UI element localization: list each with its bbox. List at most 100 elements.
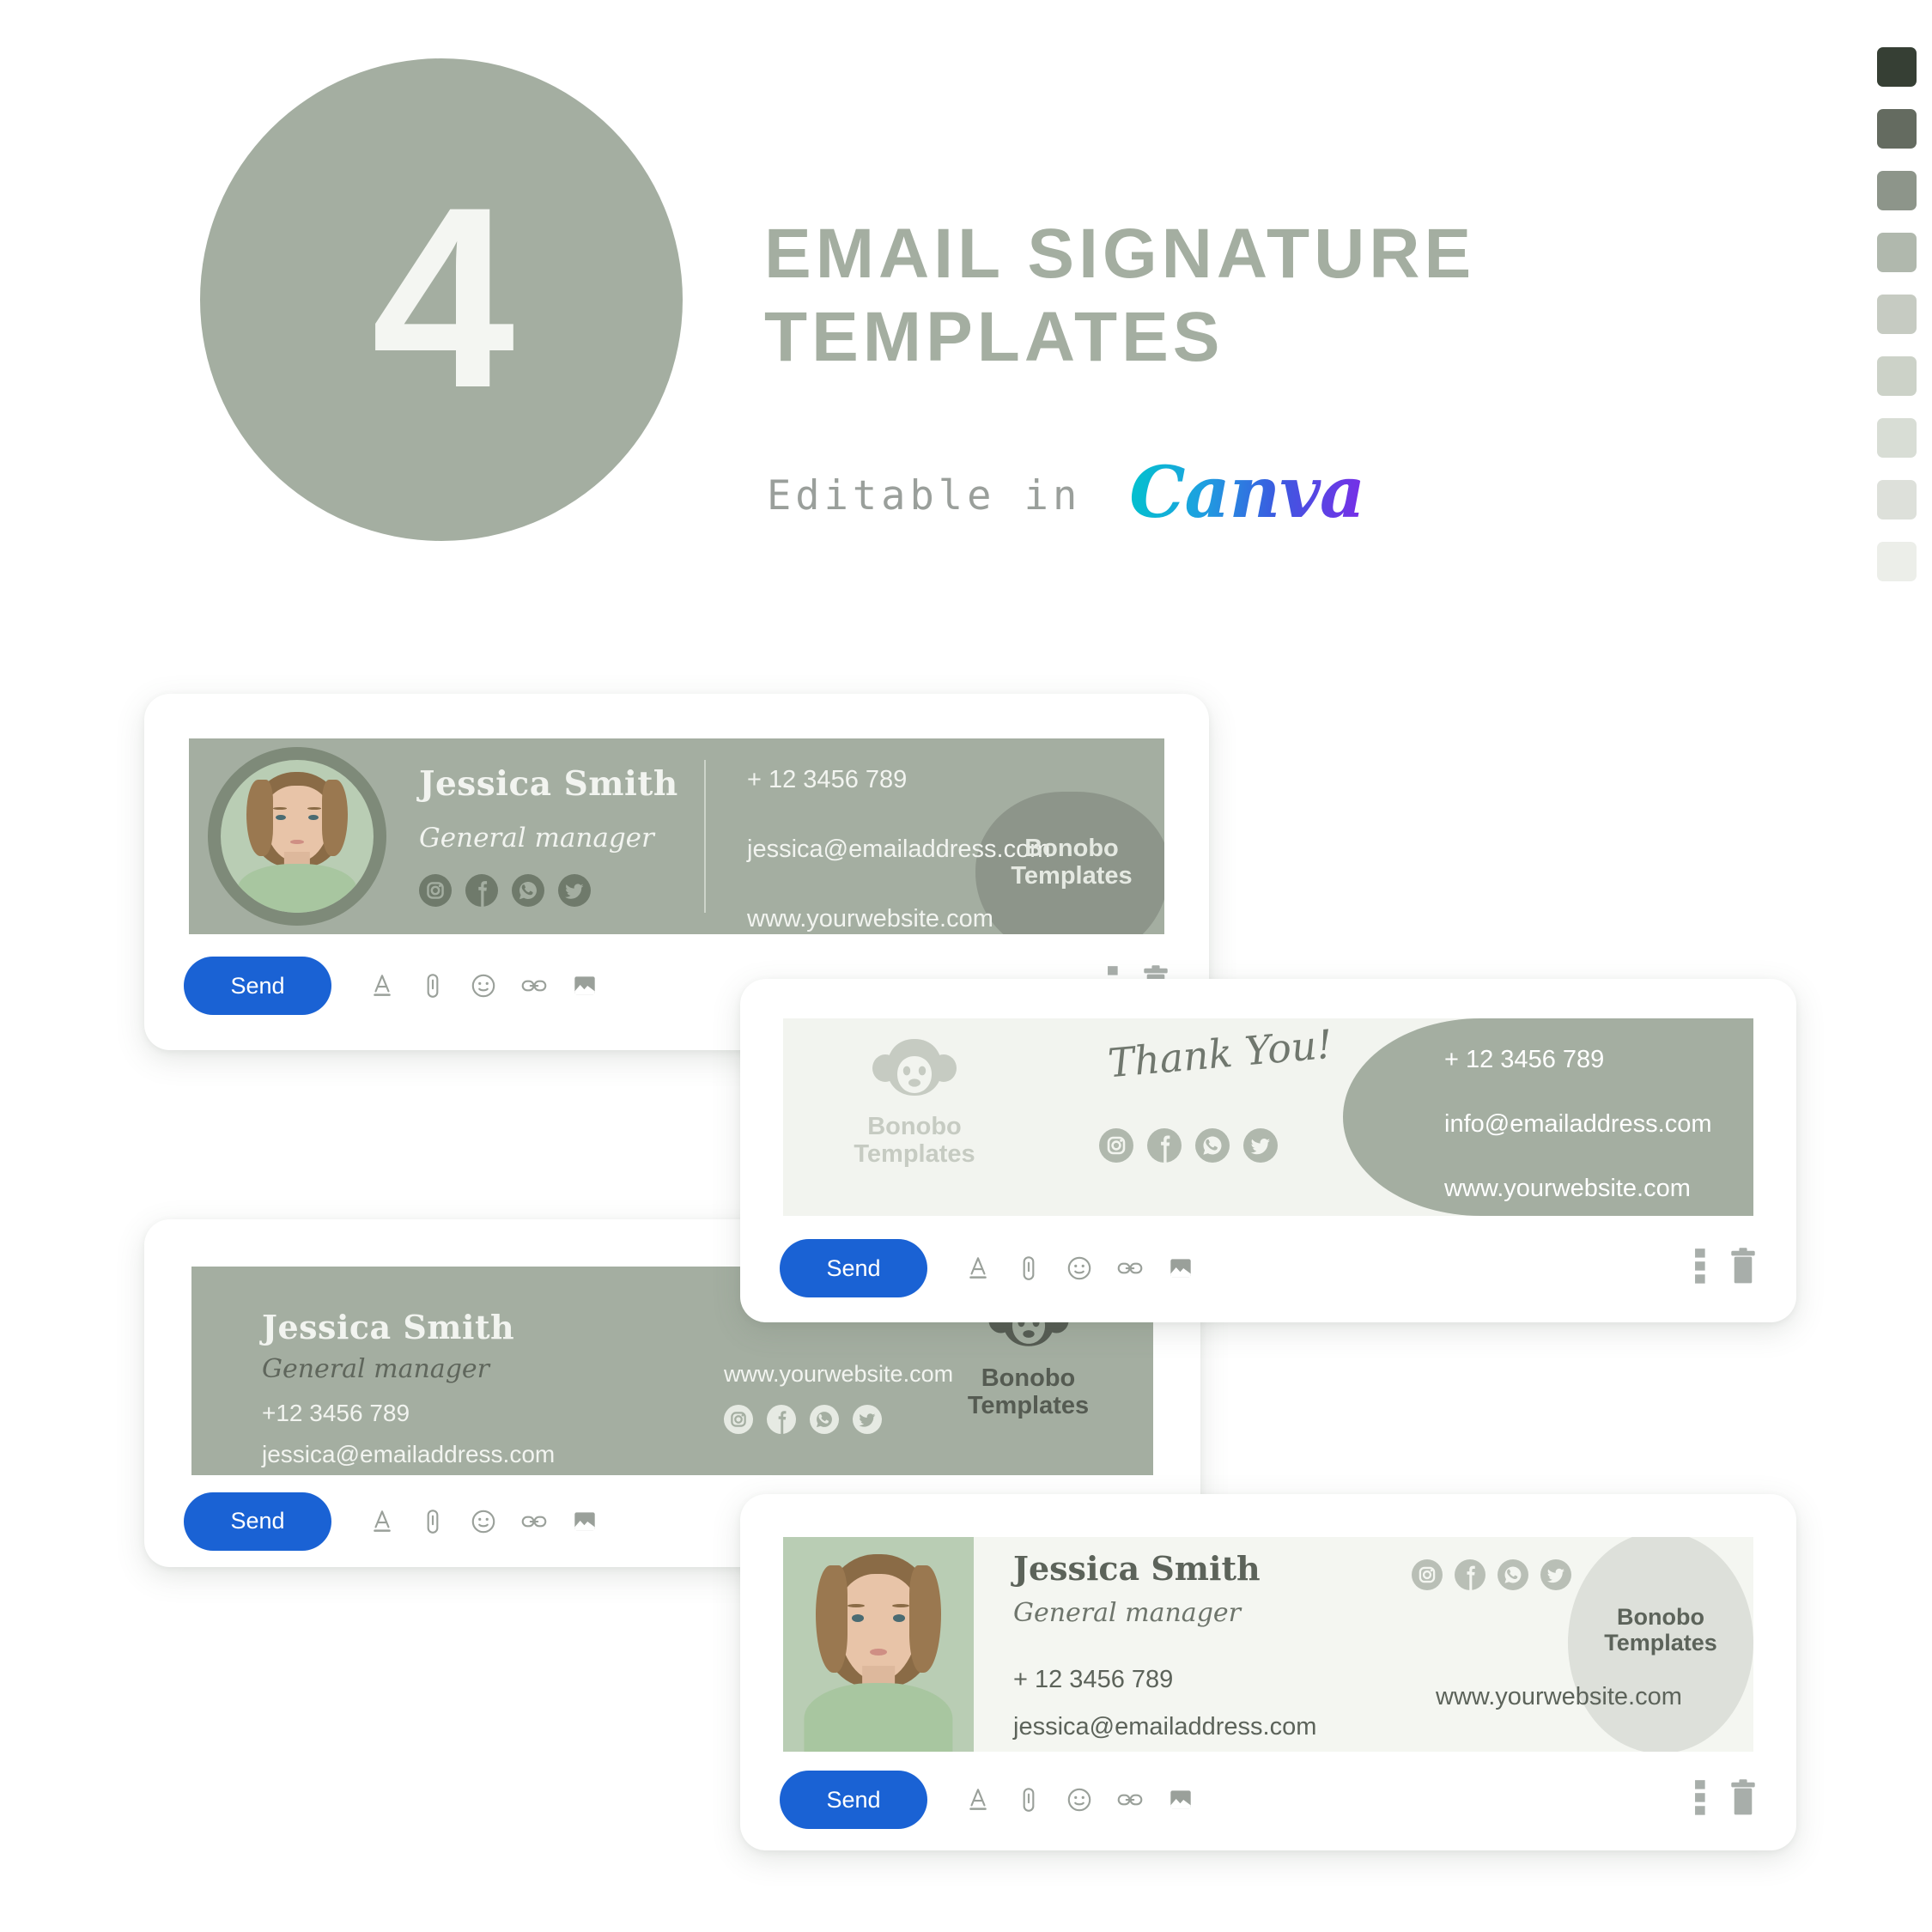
color-swatch — [1877, 171, 1917, 210]
facebook-icon[interactable] — [1147, 1128, 1182, 1163]
more-options-icon[interactable] — [1695, 1248, 1707, 1290]
more-options-icon[interactable] — [1695, 1779, 1707, 1821]
insert-image-icon[interactable] — [1166, 1785, 1195, 1814]
compose-tools — [963, 1785, 1195, 1814]
emoji-icon[interactable] — [469, 1507, 498, 1536]
avatar — [221, 760, 374, 913]
color-swatch — [1877, 233, 1917, 272]
signature-email: info@emailaddress.com — [1444, 1110, 1712, 1138]
color-swatch — [1877, 356, 1917, 396]
signature-banner-4: Bonobo Templates Jessica Smith General m… — [783, 1537, 1753, 1752]
send-button[interactable]: Send — [780, 1239, 927, 1297]
instagram-icon[interactable] — [419, 874, 452, 907]
emoji-icon[interactable] — [1065, 1254, 1094, 1283]
send-button[interactable]: Send — [780, 1771, 927, 1829]
social-links — [1099, 1128, 1278, 1163]
page-title-line-1: EMAIL SIGNATURE — [764, 215, 1476, 293]
color-swatch — [1877, 295, 1917, 334]
logo-line-1: Bonobo — [1617, 1604, 1704, 1630]
logo-line-2: Templates — [967, 1392, 1090, 1420]
link-icon[interactable] — [519, 1507, 549, 1536]
link-icon[interactable] — [1115, 1785, 1145, 1814]
twitter-icon[interactable] — [1243, 1128, 1278, 1163]
editable-in-canva: Editable in Canva — [767, 451, 1368, 540]
logo-line-1: Bonobo — [867, 1113, 962, 1140]
compose-tools — [368, 971, 599, 1000]
signature-role: General manager — [1013, 1598, 1241, 1628]
toolbar-right-actions — [1695, 1247, 1757, 1290]
avatar-ring — [208, 747, 386, 926]
attachment-icon[interactable] — [1014, 1254, 1043, 1283]
signature-email: jessica@emailaddress.com — [262, 1441, 556, 1467]
facebook-icon[interactable] — [1455, 1559, 1485, 1590]
email-card-template-2: Bonobo Templates Thank You! + 12 3456 78… — [740, 979, 1796, 1322]
signature-phone: +12 3456 789 — [262, 1400, 410, 1426]
attachment-icon[interactable] — [418, 1507, 447, 1536]
signature-phone: + 12 3456 789 — [1444, 1046, 1605, 1073]
trash-icon[interactable] — [1729, 1247, 1757, 1290]
link-icon[interactable] — [519, 971, 549, 1000]
send-button[interactable]: Send — [184, 957, 331, 1015]
send-button[interactable]: Send — [184, 1492, 331, 1551]
signature-role: General manager — [419, 823, 654, 854]
mail-toolbar-4: Send — [740, 1752, 1796, 1848]
emoji-icon[interactable] — [1065, 1785, 1094, 1814]
instagram-icon[interactable] — [1099, 1128, 1133, 1163]
signature-role: General manager — [262, 1354, 489, 1384]
emoji-icon[interactable] — [469, 971, 498, 1000]
page-title: EMAIL SIGNATURE TEMPLATES — [764, 213, 1709, 380]
insert-image-icon[interactable] — [1166, 1254, 1195, 1283]
text-format-icon[interactable] — [368, 1507, 397, 1536]
color-swatch — [1877, 542, 1917, 581]
number-badge: 4 — [200, 58, 683, 541]
signature-name: Jessica Smith — [1013, 1549, 1261, 1588]
social-links — [724, 1405, 953, 1434]
logo-line-2: Templates — [854, 1140, 975, 1169]
compose-tools — [963, 1254, 1195, 1283]
logo-line-2: Templates — [1011, 862, 1133, 890]
whatsapp-icon[interactable] — [810, 1405, 839, 1434]
trash-icon[interactable] — [1729, 1778, 1757, 1821]
attachment-icon[interactable] — [418, 971, 447, 1000]
signature-website: www.yourwebsite.com — [724, 1361, 954, 1387]
page-title-line-2: TEMPLATES — [764, 297, 1224, 376]
color-swatch — [1877, 109, 1917, 149]
signature-email: jessica@emailaddress.com — [1013, 1713, 1317, 1741]
logo-line-1: Bonobo — [1024, 835, 1119, 862]
color-palette — [1877, 47, 1917, 581]
insert-image-icon[interactable] — [570, 1507, 599, 1536]
signature-banner-2: Bonobo Templates Thank You! + 12 3456 78… — [783, 1018, 1753, 1216]
insert-image-icon[interactable] — [570, 971, 599, 1000]
compose-tools — [368, 1507, 599, 1536]
instagram-icon[interactable] — [1412, 1559, 1443, 1590]
whatsapp-icon[interactable] — [512, 874, 544, 907]
signature-greeting: Thank You! — [1106, 1020, 1334, 1087]
attachment-icon[interactable] — [1014, 1785, 1043, 1814]
instagram-icon[interactable] — [724, 1405, 753, 1434]
text-format-icon[interactable] — [963, 1254, 993, 1283]
signature-website: www.yourwebsite.com — [1436, 1683, 1682, 1710]
avatar — [783, 1537, 974, 1752]
editable-label: Editable in — [767, 471, 1082, 519]
logo-line-2: Templates — [1604, 1630, 1717, 1656]
color-swatch — [1877, 480, 1917, 519]
text-format-icon[interactable] — [963, 1785, 993, 1814]
signature-name: Jessica Smith — [262, 1308, 515, 1346]
canva-logo: Canva — [1126, 451, 1368, 540]
social-links — [419, 874, 678, 907]
twitter-icon[interactable] — [558, 874, 591, 907]
signature-website: www.yourwebsite.com — [1444, 1175, 1691, 1202]
template-count: 4 — [371, 153, 515, 441]
text-format-icon[interactable] — [368, 971, 397, 1000]
whatsapp-icon[interactable] — [1195, 1128, 1230, 1163]
facebook-icon[interactable] — [465, 874, 498, 907]
whatsapp-icon[interactable] — [1498, 1559, 1528, 1590]
twitter-icon[interactable] — [1540, 1559, 1571, 1590]
bonobo-logo-mark — [859, 1037, 970, 1109]
facebook-icon[interactable] — [767, 1405, 796, 1434]
divider — [704, 760, 706, 913]
toolbar-right-actions — [1695, 1778, 1757, 1821]
social-links — [1412, 1559, 1571, 1590]
twitter-icon[interactable] — [853, 1405, 882, 1434]
link-icon[interactable] — [1115, 1254, 1145, 1283]
